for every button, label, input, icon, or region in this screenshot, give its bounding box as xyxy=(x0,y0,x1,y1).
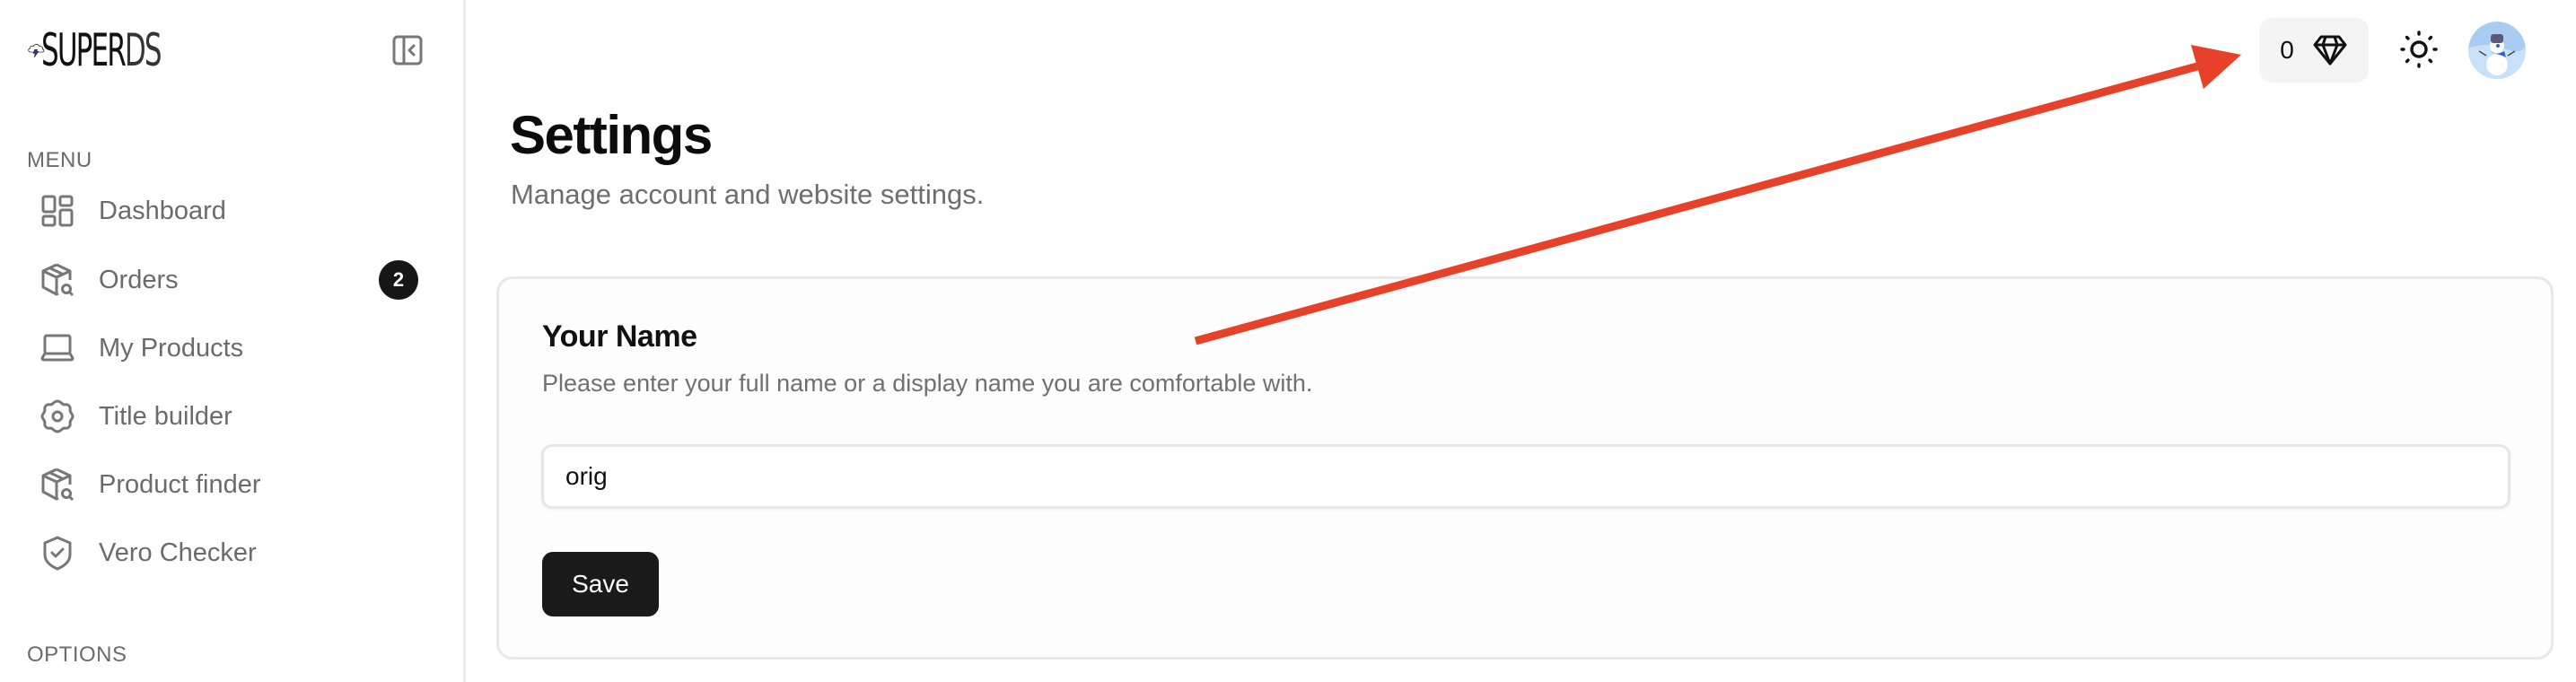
sidebar-item-label: My Products xyxy=(99,333,244,363)
gems-counter[interactable]: 0 xyxy=(2259,18,2369,83)
page-title: Settings xyxy=(510,105,713,165)
package-search-icon xyxy=(36,463,79,506)
logo-text-thin: DS xyxy=(124,24,162,76)
dashboard-grid-icon xyxy=(36,189,79,232)
laptop-icon xyxy=(36,327,79,370)
snowman-avatar-icon xyxy=(2468,22,2526,79)
card-description: Please enter your full name or a display… xyxy=(542,370,1313,397)
sun-icon xyxy=(2400,31,2438,68)
sidebar-item-label: Title builder xyxy=(99,401,232,431)
save-button[interactable]: Save xyxy=(542,552,659,616)
annotation-arrow-head xyxy=(2191,45,2241,89)
sidebar-item-my-products[interactable]: My Products xyxy=(36,321,431,375)
gems-count: 0 xyxy=(2280,36,2294,64)
sidebar-item-label: Dashboard xyxy=(99,196,226,225)
sidebar-item-dashboard[interactable]: Dashboard xyxy=(36,184,431,238)
sidebar-item-label: Product finder xyxy=(99,469,261,499)
orders-count-badge: 2 xyxy=(379,260,418,300)
sidebar-item-title-builder[interactable]: Title builder xyxy=(36,389,431,443)
page-subtitle: Manage account and website settings. xyxy=(511,179,985,210)
sidebar-item-orders[interactable]: Orders 2 xyxy=(36,253,431,307)
card-title: Your Name xyxy=(542,319,697,354)
theme-toggle-button[interactable] xyxy=(2396,27,2441,72)
sidebar: SUPERDS MENU Dashboard Orders 2 My Produ… xyxy=(0,0,466,682)
your-name-card: Your Name Please enter your full name or… xyxy=(496,276,2554,660)
name-input[interactable] xyxy=(541,444,2510,509)
sidebar-collapse-button[interactable] xyxy=(391,34,424,66)
logo-text: SUPERDS xyxy=(41,28,162,73)
sidebar-item-product-finder[interactable]: Product finder xyxy=(36,458,431,512)
sidebar-item-label: Orders xyxy=(99,265,179,294)
sidebar-item-label: Vero Checker xyxy=(99,538,257,567)
diamond-icon xyxy=(2313,35,2347,66)
sidebar-collapse-icon xyxy=(392,35,423,66)
user-avatar[interactable] xyxy=(2468,22,2526,79)
shield-check-icon xyxy=(36,531,79,574)
sidebar-item-vero-checker[interactable]: Vero Checker xyxy=(36,526,431,580)
menu-section-label: MENU xyxy=(27,148,92,172)
logo[interactable]: SUPERDS xyxy=(27,13,233,88)
package-search-icon xyxy=(36,258,79,302)
gear-badge-icon xyxy=(36,395,79,438)
logo-text-bold: SUPER xyxy=(40,24,127,76)
options-section-label: OPTIONS xyxy=(27,643,127,667)
